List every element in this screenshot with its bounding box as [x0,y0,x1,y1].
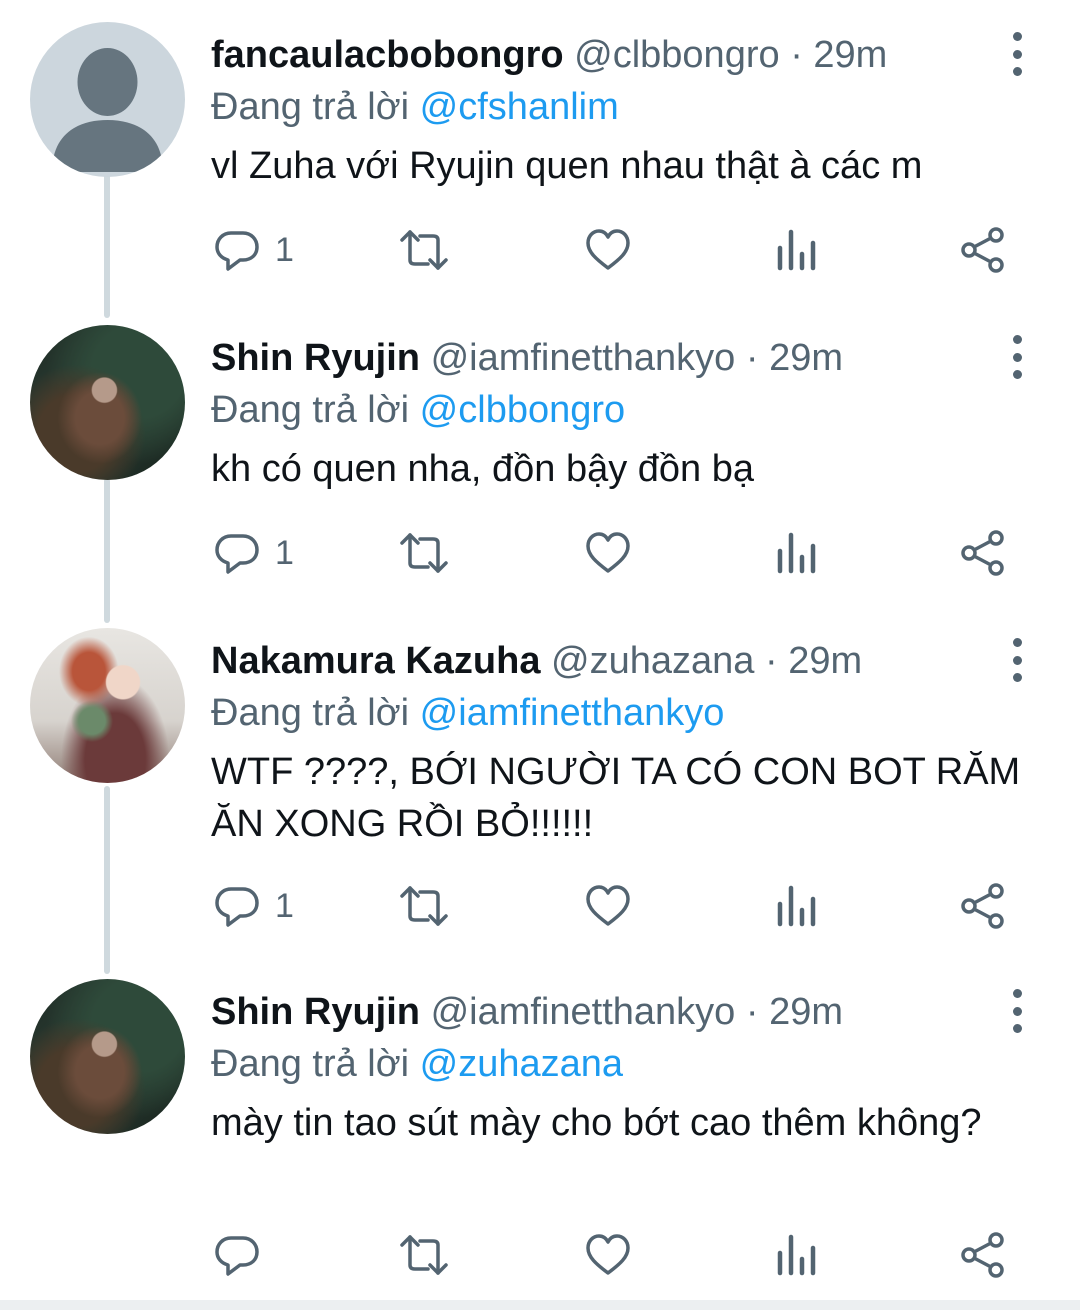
handle[interactable]: @iamfinetthankyo [431,991,736,1033]
retweet-button[interactable] [398,222,450,278]
action-bar [0,1227,1080,1283]
analytics-icon [777,532,816,574]
tweet-text: kh có quen nha, đồn bậy đồn bạ [211,448,755,490]
replying-prefix: Đang trả lời [211,389,410,431]
share-icon [961,1232,1004,1278]
share-icon [961,530,1004,576]
analytics-icon [777,1234,816,1276]
like-button[interactable] [584,222,632,278]
handle[interactable]: @iamfinetthankyo [431,337,736,379]
reply-icon [215,534,259,574]
like-icon [586,229,630,270]
separator: · [745,337,759,379]
avatar[interactable] [30,979,185,1134]
share-button[interactable] [960,222,1006,278]
action-bar: 1 [0,525,1080,581]
timestamp[interactable]: 29m [769,991,843,1033]
tweet[interactable]: Shin Ryujin @iamfinetthankyo · 29m Đang … [0,325,1080,605]
avatar[interactable] [30,22,185,177]
like-button[interactable] [584,1227,632,1283]
handle[interactable]: @zuhazana [551,640,754,682]
analytics-button[interactable] [775,878,817,934]
timestamp[interactable]: 29m [769,337,843,379]
tweet-header: Shin Ryujin @iamfinetthankyo · 29m [211,333,843,383]
mention-link[interactable]: @zuhazana [420,1043,623,1085]
tweet-header: Shin Ryujin @iamfinetthankyo · 29m [211,987,843,1037]
reply-icon [215,887,259,927]
share-button[interactable] [960,525,1006,581]
like-icon [586,885,630,926]
bottom-divider [0,1300,1080,1310]
replying-to: Đang trả lời @iamfinetthankyo [211,688,724,738]
separator: · [764,640,778,682]
reply-count: 1 [275,886,294,925]
tweet[interactable]: Nakamura Kazuha @zuhazana · 29m Đang trả… [0,628,1080,948]
separator: · [745,991,759,1033]
tweet-text: vl Zuha với Ryujin quen nhau thật à các … [211,145,923,187]
retweet-icon [400,1235,448,1275]
timestamp[interactable]: 29m [813,34,887,76]
more-vertical-icon[interactable] [1000,989,1034,1033]
replying-to: Đang trả lời @cfshanlim [211,82,619,132]
tweet-header: fancaulacbobongro @clbbongro · 29m [211,30,887,80]
reply-button[interactable]: 1 [213,222,294,278]
tweet[interactable]: fancaulacbobongro @clbbongro · 29m Đang … [0,22,1080,302]
avatar[interactable] [30,628,185,783]
like-button[interactable] [584,878,632,934]
reply-count: 1 [275,533,294,572]
retweet-icon [400,533,448,573]
default-avatar-icon [52,48,163,172]
handle[interactable]: @clbbongro [574,34,779,76]
retweet-icon [400,886,448,926]
replying-prefix: Đang trả lời [211,86,410,128]
share-button[interactable] [960,1227,1006,1283]
display-name[interactable]: Shin Ryujin [211,991,420,1033]
more-vertical-icon[interactable] [1000,32,1034,76]
share-icon [961,883,1004,929]
avatar[interactable] [30,325,185,480]
reply-icon [215,231,259,271]
share-button[interactable] [960,878,1006,934]
separator: · [790,34,803,76]
more-vertical-icon[interactable] [1000,638,1034,682]
replying-to: Đang trả lời @clbbongro [211,385,625,435]
display-name[interactable]: Nakamura Kazuha [211,640,540,682]
like-icon [586,1234,630,1275]
reply-button[interactable]: 1 [213,878,294,934]
reply-count: 1 [275,230,294,269]
display-name[interactable]: Shin Ryujin [211,337,420,379]
analytics-button[interactable] [775,222,817,278]
reply-button[interactable]: 1 [213,525,294,581]
retweet-button[interactable] [398,878,450,934]
retweet-button[interactable] [398,525,450,581]
timestamp[interactable]: 29m [788,640,862,682]
display-name[interactable]: fancaulacbobongro [211,34,564,76]
analytics-icon [777,229,816,271]
retweet-icon [400,230,448,270]
replying-prefix: Đang trả lời [211,1043,410,1085]
action-bar: 1 [0,222,1080,278]
analytics-button[interactable] [775,1227,817,1283]
analytics-button[interactable] [775,525,817,581]
replying-prefix: Đang trả lời [211,692,410,734]
like-button[interactable] [584,525,632,581]
tweet-text: WTF ????, BỚI NGƯỜI TA CÓ CON BOT RĂM ĂN… [211,751,1021,845]
replying-to: Đang trả lời @zuhazana [211,1039,623,1089]
mention-link[interactable]: @iamfinetthankyo [420,692,725,734]
reply-icon [215,1236,259,1276]
tweet-text: mày tin tao sút mày cho bớt cao thêm khô… [211,1102,982,1144]
tweet[interactable]: Shin Ryujin @iamfinetthankyo · 29m Đang … [0,979,1080,1299]
like-icon [586,532,630,573]
action-bar: 1 [0,878,1080,934]
reply-button[interactable] [213,1227,275,1283]
tweet-header: Nakamura Kazuha @zuhazana · 29m [211,636,862,686]
analytics-icon [777,885,816,927]
more-vertical-icon[interactable] [1000,335,1034,379]
share-icon [961,227,1004,273]
mention-link[interactable]: @clbbongro [420,389,625,431]
mention-link[interactable]: @cfshanlim [420,86,619,128]
retweet-button[interactable] [398,1227,450,1283]
